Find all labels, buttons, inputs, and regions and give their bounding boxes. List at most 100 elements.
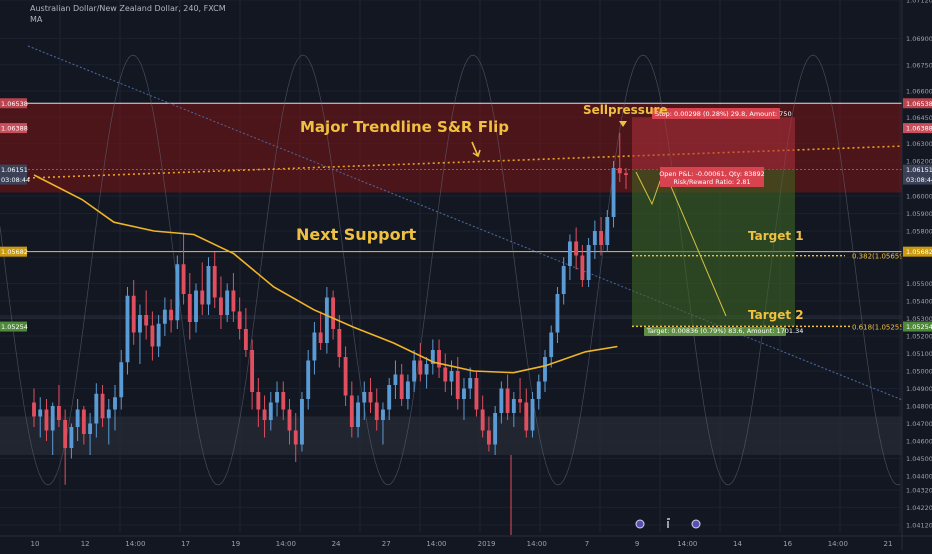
candle-body xyxy=(599,231,604,245)
fib-382-label: 0.382(1.05659) xyxy=(852,253,907,261)
profit-box xyxy=(632,169,795,327)
price-tick: 1.04120 xyxy=(906,522,932,530)
candle-body xyxy=(536,381,541,399)
candle-body xyxy=(518,399,522,403)
event-icon xyxy=(691,519,701,529)
time-tick: 19 xyxy=(231,540,240,548)
time-tick: 14 xyxy=(733,540,742,548)
candle-body xyxy=(337,329,342,357)
candle-body xyxy=(300,399,304,445)
candle-body xyxy=(113,397,117,410)
time-tick: 14:00 xyxy=(527,540,547,548)
price-tick: 1.06600 xyxy=(906,88,932,96)
stop-box xyxy=(632,117,795,170)
price-chart[interactable]: Stop: 0.00298 (0.28%) 29.8, Amount: 750 O… xyxy=(0,0,932,550)
badge-zone-mid-left: 1.06388 xyxy=(1,125,28,133)
candle-body xyxy=(511,399,516,413)
price-tick: 1.07120 xyxy=(906,0,932,5)
price-tick: 1.06750 xyxy=(906,61,932,69)
candle-body xyxy=(381,409,385,420)
candle-body xyxy=(586,245,591,280)
candle-body xyxy=(256,392,261,410)
candle-body xyxy=(162,309,167,324)
candle-body xyxy=(138,315,142,333)
time-tick: 9 xyxy=(635,540,639,548)
candle-body xyxy=(617,168,622,174)
lower-zone xyxy=(0,416,902,455)
candle-body xyxy=(486,430,491,445)
price-tick: 1.06900 xyxy=(906,35,932,43)
candle-body xyxy=(530,399,535,431)
price-tick: 1.05500 xyxy=(906,280,932,288)
candle-body xyxy=(94,393,99,424)
candle-body xyxy=(194,290,198,322)
candle-body xyxy=(555,294,560,333)
candle-body xyxy=(212,266,217,298)
candle-body xyxy=(75,409,80,427)
badge-current: 1.06151 xyxy=(906,166,932,174)
candle-body xyxy=(187,294,192,322)
candle-body xyxy=(56,406,61,420)
candle-body xyxy=(480,409,485,431)
price-tick: 1.04600 xyxy=(906,438,932,446)
candle-body xyxy=(368,392,373,403)
time-tick: 17 xyxy=(181,540,190,548)
target-2-label: Target 2 xyxy=(748,308,804,322)
candle-body xyxy=(169,309,174,321)
candle-body xyxy=(524,402,529,431)
sellpressure-label: Sellpressure xyxy=(583,103,668,117)
candle-body xyxy=(231,290,236,312)
price-tick: 1.04320 xyxy=(906,487,932,495)
candle-body xyxy=(219,297,223,315)
candle-body xyxy=(119,362,124,398)
badge-support-left: 1.05682 xyxy=(1,248,28,256)
candle-body xyxy=(493,413,498,445)
trendline-flip-label: Major Trendline S&R Flip xyxy=(300,118,509,136)
candle-body xyxy=(592,231,597,245)
candle-body xyxy=(38,409,43,417)
candle-body xyxy=(275,392,279,403)
candle-body xyxy=(44,409,49,431)
time-tick: 24 xyxy=(332,540,341,548)
candle-body xyxy=(399,374,404,399)
time-tick: 12 xyxy=(81,540,90,548)
badge-target-2: 1.05254 xyxy=(906,323,932,331)
candle-body xyxy=(349,395,354,427)
fib-618-label: 0.618(1.05255) xyxy=(852,323,907,331)
candle-body xyxy=(144,315,149,326)
price-tick: 1.05100 xyxy=(906,350,932,358)
candle-body xyxy=(374,402,379,420)
candle-body xyxy=(474,378,479,410)
candle-body xyxy=(324,297,329,343)
candle-body xyxy=(156,323,161,347)
price-tick: 1.04400 xyxy=(906,473,932,481)
candle-body xyxy=(331,297,336,329)
indicator-label: MA xyxy=(30,15,43,24)
candle-body xyxy=(243,329,248,350)
chart-root[interactable]: Stop: 0.00298 (0.28%) 29.8, Amount: 750 O… xyxy=(0,0,932,550)
candle-body xyxy=(206,266,211,305)
candle-body xyxy=(567,241,572,266)
candle-body xyxy=(268,402,273,420)
candle-body xyxy=(318,332,323,343)
candle-body xyxy=(250,350,255,392)
target-1-label: Target 1 xyxy=(748,229,804,243)
price-tick: 1.05200 xyxy=(906,333,932,341)
candle-body xyxy=(412,360,417,382)
time-tick: 2019 xyxy=(478,540,496,548)
price-tick: 1.05400 xyxy=(906,298,932,306)
candle-body xyxy=(462,388,466,399)
candle-body xyxy=(561,266,566,294)
candle-body xyxy=(549,332,554,357)
candle-body xyxy=(405,381,410,399)
event-icon xyxy=(635,519,645,529)
price-tick: 1.04500 xyxy=(906,455,932,463)
next-support-label: Next Support xyxy=(296,225,416,244)
target-label: Target: 0.00836 (0.79%) 83.6, Amount: 17… xyxy=(646,327,803,335)
time-tick: 10 xyxy=(31,540,40,548)
chart-legend: Australian Dollar/New Zealand Dollar, 24… xyxy=(30,3,226,25)
price-tick: 1.05800 xyxy=(906,228,932,236)
badge-countdown-left: 03:08:44 xyxy=(1,176,30,184)
candle-body xyxy=(50,406,55,431)
candle-body xyxy=(262,409,267,420)
